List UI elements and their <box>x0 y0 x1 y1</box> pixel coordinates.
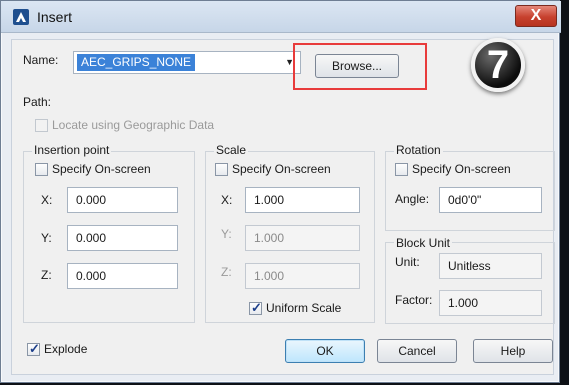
unit-value: Unitless <box>439 253 542 279</box>
insertion-x-input[interactable]: 0.000 <box>67 187 178 213</box>
scale-specify-label: Specify On-screen <box>232 162 331 176</box>
scale-specify-checkbox[interactable] <box>215 163 228 176</box>
uniform-scale-checkbox[interactable] <box>249 300 262 316</box>
scale-y-input[interactable]: 1.000 <box>245 225 360 251</box>
window-title: Insert <box>37 9 73 25</box>
scale-x-label: X: <box>221 193 233 207</box>
angle-input[interactable]: 0d0'0" <box>439 187 542 213</box>
ok-button[interactable]: OK <box>285 339 365 363</box>
factor-value: 1.000 <box>439 290 542 316</box>
factor-label: Factor: <box>395 293 433 307</box>
rotation-specify-label: Specify On-screen <box>412 162 511 176</box>
insertion-specify-label: Specify On-screen <box>52 162 151 176</box>
autocad-logo-icon <box>13 9 29 25</box>
step-number-badge: 7 <box>471 38 525 92</box>
explode-label: Explode <box>44 342 88 356</box>
explode-checkbox[interactable] <box>27 341 40 357</box>
insertion-y-label: Y: <box>41 231 52 245</box>
name-dropdown-value: AEC_GRIPS_NONE <box>77 54 196 71</box>
scale-z-label: Z: <box>221 265 232 279</box>
insertion-y-input[interactable]: 0.000 <box>67 225 178 251</box>
geographic-data-checkbox[interactable] <box>35 119 48 132</box>
block-unit-title: Block Unit <box>394 236 453 250</box>
scale-z-input[interactable]: 1.000 <box>245 263 360 289</box>
rotation-specify-checkbox[interactable] <box>395 163 408 176</box>
name-label: Name: <box>23 53 59 67</box>
insertion-point-title: Insertion point <box>32 143 112 157</box>
insertion-specify-checkbox[interactable] <box>35 163 48 176</box>
rotation-title: Rotation <box>394 143 443 157</box>
geographic-data-label: Locate using Geographic Data <box>52 118 215 132</box>
unit-label: Unit: <box>395 255 420 269</box>
path-label: Path: <box>23 95 52 109</box>
help-button[interactable]: Help <box>473 339 553 363</box>
insertion-x-label: X: <box>41 193 53 207</box>
scale-y-label: Y: <box>221 227 232 241</box>
insert-dialog: Insert X Name: AEC_GRIPS_NONE ▼ Browse..… <box>0 0 561 383</box>
browse-button[interactable]: Browse... <box>315 54 399 78</box>
name-dropdown[interactable]: AEC_GRIPS_NONE ▼ <box>73 51 301 74</box>
close-button[interactable]: X <box>515 5 557 27</box>
title-bar[interactable]: Insert X <box>1 1 561 33</box>
insertion-z-label: Z: <box>41 268 52 282</box>
scale-title: Scale <box>214 143 249 157</box>
angle-label: Angle: <box>395 192 430 206</box>
uniform-scale-label: Uniform Scale <box>266 301 342 315</box>
scale-x-input[interactable]: 1.000 <box>245 187 360 213</box>
insertion-z-input[interactable]: 0.000 <box>67 263 178 289</box>
cancel-button[interactable]: Cancel <box>377 339 457 363</box>
